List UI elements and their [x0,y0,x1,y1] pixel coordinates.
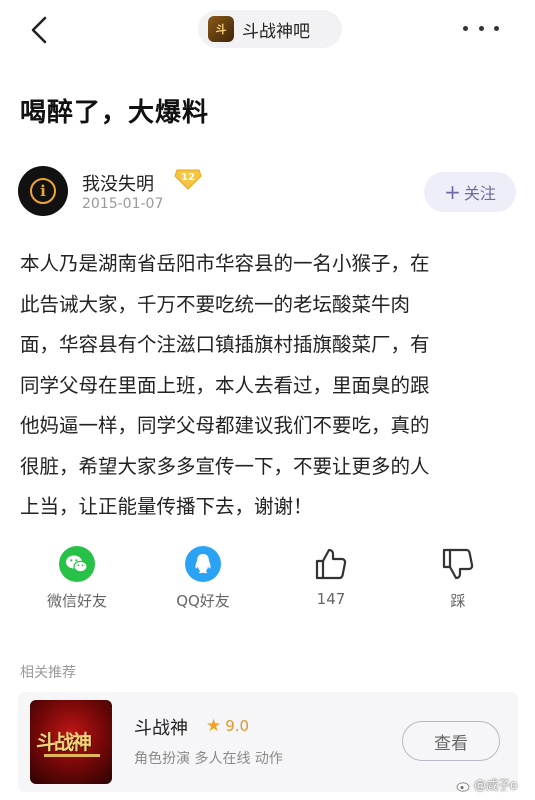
back-button[interactable] [28,14,52,46]
post-title: 喝醉了，大爆料 [20,98,210,128]
game-thumbnail-title: 斗战神 [36,730,92,754]
forum-name: 斗战神吧 [242,21,310,42]
top-bar: 斗 斗战神吧 [0,0,535,62]
game-thumbnail: 斗战神 [30,700,112,784]
post-body-line: 上当，让正能量传播下去，谢谢！ [20,495,313,518]
wechat-label: 微信好友 [46,592,107,610]
game-rating: ★ 9.0 [206,716,249,736]
share-qq-button[interactable]: QQ好友 [153,546,253,611]
view-button[interactable]: 查看 [402,721,500,761]
post-body-line: 面，华容县有个注滋口镇插旗村插旗酸菜厂，有 [20,333,430,356]
wechat-icon [59,546,95,582]
follow-label: 关注 [463,184,496,203]
post-body-line: 同学父母在里面上班，本人去看过，里面臭的跟 [20,373,430,397]
watermark: @咸子o [474,778,518,792]
like-button[interactable]: 147 [281,546,381,608]
more-horizontal-icon [463,25,468,31]
avatar[interactable]: i [18,166,68,216]
level-badge: 12 [174,168,202,190]
star-icon: ★ [206,716,222,736]
share-wechat-button[interactable]: 微信好友 [27,546,127,611]
info-icon: i [30,178,56,204]
weibo-icon [456,782,470,792]
follow-button[interactable]: + 关注 [424,172,516,212]
thumbs-up-icon [313,546,349,582]
action-bar: 微信好友 QQ好友 147 踩 [0,546,535,616]
game-tags: 角色扮演 多人在线 动作 [134,751,283,767]
post-body-line: 很脏，希望大家多多宣传一下，不要让更多的人 [20,454,430,478]
forum-logo: 斗 [208,16,234,42]
rating-score: 9.0 [225,717,250,735]
post-body-line: 本人乃是湖南省岳阳市华容县的一名小猴子，在 [20,252,430,275]
related-header: 相关推荐 [20,665,76,681]
post-body: 本人乃是湖南省岳阳市华容县的一名小猴子，在 此告诫大家，千万不要吃统一的老坛酸菜… [20,244,520,528]
author-name[interactable]: 我没失明 [82,170,154,196]
qq-label: QQ好友 [176,592,230,610]
qq-icon [185,546,221,582]
post-date: 2015-01-07 [82,196,164,212]
more-button[interactable] [463,18,499,38]
dislike-label: 踩 [450,592,466,610]
post-body-line: 此告诫大家，千万不要吃统一的老坛酸菜牛肉 [20,292,411,316]
plus-icon: + [444,180,461,204]
thumbs-down-icon [440,546,476,582]
like-count: 147 [316,590,346,608]
game-name: 斗战神 [134,718,188,739]
post-body-line: 他妈逼一样，同学父母都建议我们不要吃，真的 [20,414,430,437]
dislike-button[interactable]: 踩 [408,546,508,611]
chevron-left-icon [31,16,47,44]
forum-pill[interactable]: 斗 斗战神吧 [198,10,342,48]
level-badge-text: 12 [181,172,195,183]
related-game-card[interactable]: 斗战神 斗战神 ★ 9.0 角色扮演 多人在线 动作 查看 [18,692,518,792]
